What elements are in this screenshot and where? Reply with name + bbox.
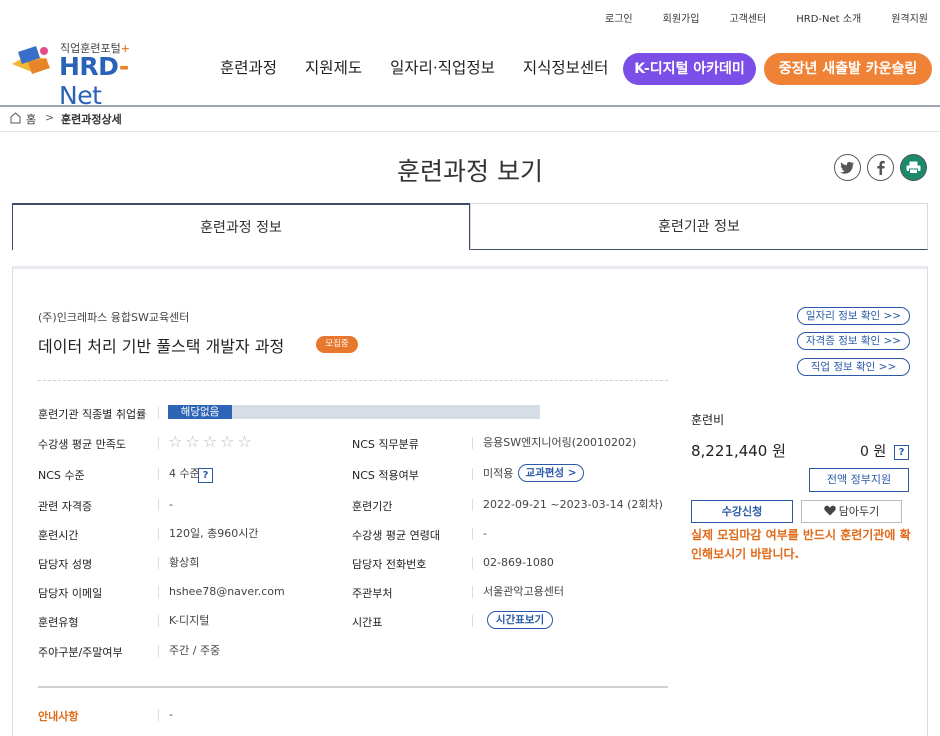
ncs-apply-label: NCS 적용여부: [352, 469, 419, 482]
home-icon[interactable]: [10, 112, 21, 124]
ncs-apply-value: 미적용: [472, 468, 513, 480]
institution-name: (주)인크레파스 융합SW교육센터: [38, 311, 190, 324]
period-label: 훈련기간: [352, 500, 393, 513]
age-label: 수강생 평균 연령대: [352, 529, 440, 542]
timetable-button[interactable]: 시간표보기: [487, 611, 553, 629]
occupation-info-button[interactable]: 직업 정보 확인 >>: [797, 358, 910, 376]
hrd-net-logo[interactable]: 직업훈련포털+ HRD-Net: [10, 40, 170, 110]
breadcrumb-home[interactable]: 홈: [26, 111, 36, 127]
fee-amount: 8,221,440 원: [691, 442, 786, 460]
recruitment-notice: 실제 모집마감 여부를 반드시 훈련기관에 확인해보시기 바랍니다.: [691, 528, 911, 561]
fee-label: 훈련비: [691, 413, 725, 427]
curriculum-button[interactable]: 교과편성 >: [518, 464, 584, 482]
customer-center-link[interactable]: 고객센터: [729, 10, 766, 25]
nav-support-system[interactable]: 지원제도: [305, 56, 362, 78]
email-value: hshee78@naver.com: [158, 586, 285, 598]
employment-rate-bar-fill: 해당없음: [168, 405, 232, 419]
manager-value: 황상희: [158, 557, 199, 569]
about-link[interactable]: HRD-Net 소개: [796, 10, 861, 25]
notice-value: -: [158, 709, 173, 721]
age-value: -: [472, 528, 487, 540]
cert-info-button[interactable]: 자격증 정보 확인 >>: [797, 332, 910, 350]
phone-value: 02-869-1080: [472, 557, 554, 569]
tab-course-info[interactable]: 훈련과정 정보: [12, 203, 470, 250]
hours-label: 훈련시간: [38, 529, 79, 542]
share-buttons: [834, 154, 927, 181]
career-counseling-button[interactable]: 중장년 새출발 카운슬링: [764, 53, 932, 85]
cert-value: -: [158, 499, 173, 511]
ncs-level-help-icon[interactable]: ?: [198, 468, 213, 483]
title-divider: [38, 380, 668, 381]
header-divider: [0, 105, 940, 107]
wishlist-button[interactable]: 담아두기: [801, 500, 902, 523]
dept-value: 서울관악고용센터: [472, 586, 564, 598]
chevron-right-icon: >: [45, 111, 55, 124]
ncs-level-value: 4 수준: [158, 468, 200, 480]
wishlist-label: 담아두기: [838, 505, 880, 518]
satisfaction-label: 수강생 평균 만족도: [38, 438, 126, 451]
remote-support-link[interactable]: 원격지원: [891, 10, 928, 25]
timetable-label: 시간표: [352, 616, 383, 629]
breadcrumb-current: 훈련과정상세: [61, 113, 122, 126]
period-value: 2022-09-21 ~2023-03-14 (2회차): [472, 499, 663, 511]
section-divider: [38, 686, 668, 688]
logo-hrd: HRD: [59, 52, 119, 81]
nav-job-info[interactable]: 일자리·직업정보: [390, 56, 495, 78]
self-pay-amount: 0 원: [860, 444, 887, 460]
nav-training-courses[interactable]: 훈련과정: [220, 56, 277, 78]
k-digital-academy-button[interactable]: K-디지털 아카데미: [623, 53, 756, 85]
heart-icon: [824, 505, 836, 516]
utility-nav: 로그인 회원가입 고객센터 HRD-Net 소개 원격지원: [575, 10, 928, 25]
phone-label: 담당자 전화번호: [352, 558, 427, 571]
print-icon[interactable]: [900, 154, 927, 181]
email-label: 담당자 이메일: [38, 587, 103, 600]
daynight-value: 주간 / 주중: [158, 645, 220, 657]
training-type-label: 훈련유형: [38, 616, 79, 629]
logo-mark-icon: [12, 46, 50, 74]
notice-label: 안내사항: [38, 710, 79, 723]
dept-label: 주관부처: [352, 587, 393, 600]
page-title: 훈련과정 보기: [397, 157, 543, 186]
course-title: 데이터 처리 기반 풀스택 개발자 과정: [38, 337, 285, 356]
satisfaction-stars: ☆☆☆☆☆: [168, 432, 255, 451]
timetable-separator: [472, 615, 483, 627]
ncs-level-label: NCS 수준: [38, 469, 85, 482]
login-link[interactable]: 로그인: [605, 10, 633, 25]
ncs-category-value: 응용SW엔지니어링(20010202): [472, 437, 636, 449]
manager-label: 담당자 성명: [38, 558, 93, 571]
nav-knowledge-center[interactable]: 지식정보센터: [523, 56, 609, 78]
ncs-category-label: NCS 직무분류: [352, 438, 419, 451]
daynight-label: 주야구분/주말여부: [38, 646, 123, 659]
tab-institution-info[interactable]: 훈련기관 정보: [470, 203, 928, 250]
cert-label: 관련 자격증: [38, 500, 93, 513]
breadcrumb: 홈 > 훈련과정상세: [0, 108, 940, 132]
training-type-value: K-디지털: [158, 615, 209, 627]
hours-value: 120일, 총960시간: [158, 528, 258, 540]
job-info-button[interactable]: 일자리 정보 확인 >>: [797, 307, 910, 325]
employment-rate-label: 훈련기관 직종별 취업률: [38, 408, 147, 421]
main-nav: 훈련과정 지원제도 일자리·직업정보 지식정보센터: [206, 56, 622, 78]
twitter-icon[interactable]: [834, 154, 861, 181]
fee-help-icon[interactable]: ?: [894, 445, 909, 460]
employment-rate-bar: 해당없음: [168, 405, 540, 419]
logo-dash: -: [118, 52, 129, 81]
recruiting-badge: 모집중: [316, 336, 358, 353]
signup-link[interactable]: 회원가입: [663, 10, 700, 25]
facebook-icon[interactable]: [867, 154, 894, 181]
apply-button[interactable]: 수강신청: [691, 500, 793, 523]
full-gov-support-button[interactable]: 전액 정부지원: [809, 468, 909, 492]
